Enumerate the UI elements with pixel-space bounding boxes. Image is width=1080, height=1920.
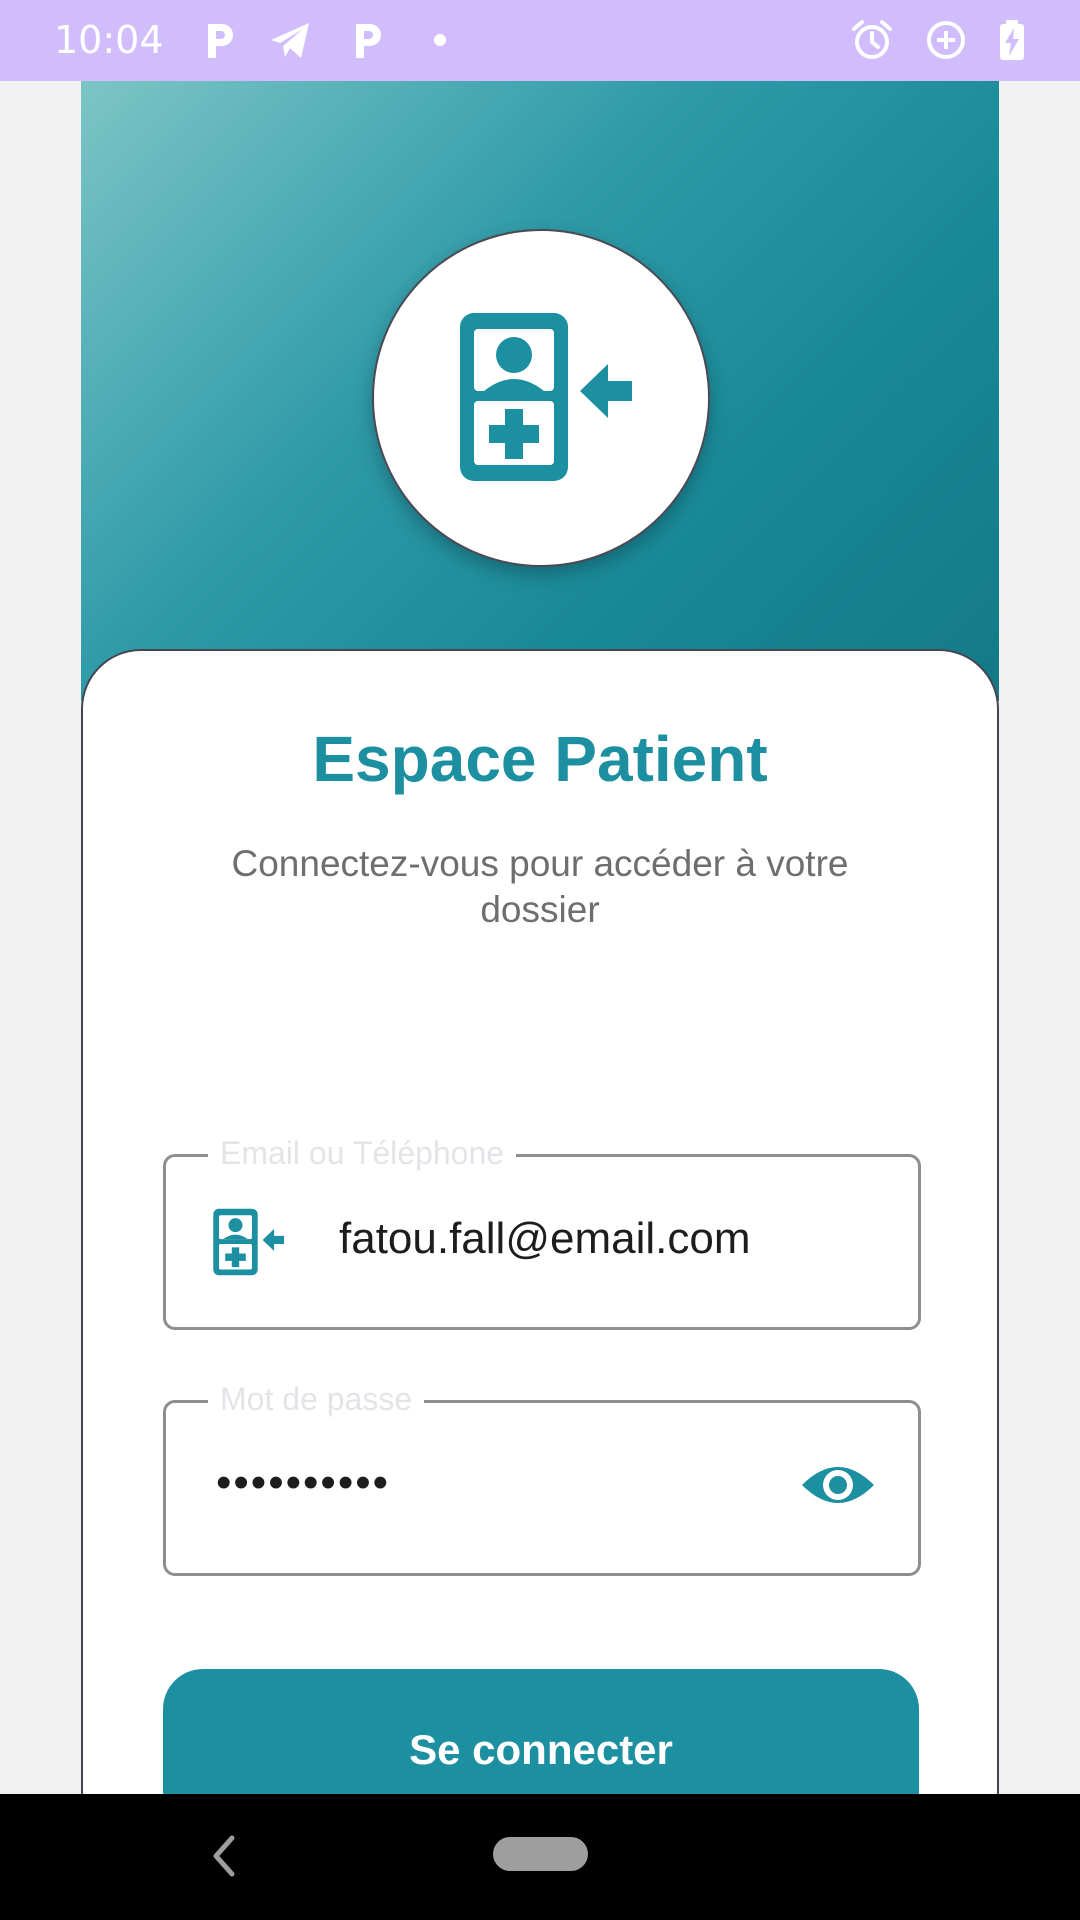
app-frame: Espace Patient Connectez-vous pour accéd… <box>81 81 999 1831</box>
eye-icon[interactable] <box>800 1459 876 1511</box>
password-input[interactable]: •••••••••• <box>216 1457 390 1509</box>
status-bar: 10:04 <box>0 0 1080 81</box>
email-field-label: Email ou Téléphone <box>208 1133 517 1173</box>
data-saver-icon <box>927 21 965 59</box>
status-time: 10:04 <box>54 18 164 62</box>
patient-login-icon <box>213 1208 284 1276</box>
back-chevron-icon[interactable] <box>206 1832 242 1880</box>
password-field-label: Mot de passe <box>208 1379 425 1419</box>
dot-icon <box>434 34 446 46</box>
email-input[interactable]: fatou.fall@email.com <box>339 1213 751 1265</box>
app-logo <box>372 229 710 567</box>
battery-charging-icon <box>1000 20 1024 60</box>
patient-login-icon <box>460 313 632 481</box>
email-field[interactable]: Email ou Téléphone fatou.fall@email.com <box>163 1133 921 1330</box>
login-card: Espace Patient Connectez-vous pour accéd… <box>81 649 999 1831</box>
home-pill-icon[interactable] <box>493 1837 588 1871</box>
page-title: Espace Patient <box>312 723 768 795</box>
navigation-bar <box>0 1794 1080 1920</box>
page-subtitle: Connectez-vous pour accéder à votre doss… <box>231 843 849 930</box>
alarm-icon <box>852 20 892 59</box>
password-field[interactable]: Mot de passe •••••••••• <box>163 1379 921 1576</box>
parking-p-icon <box>356 24 381 58</box>
parking-p-icon <box>208 24 233 58</box>
telegram-icon <box>271 23 309 58</box>
